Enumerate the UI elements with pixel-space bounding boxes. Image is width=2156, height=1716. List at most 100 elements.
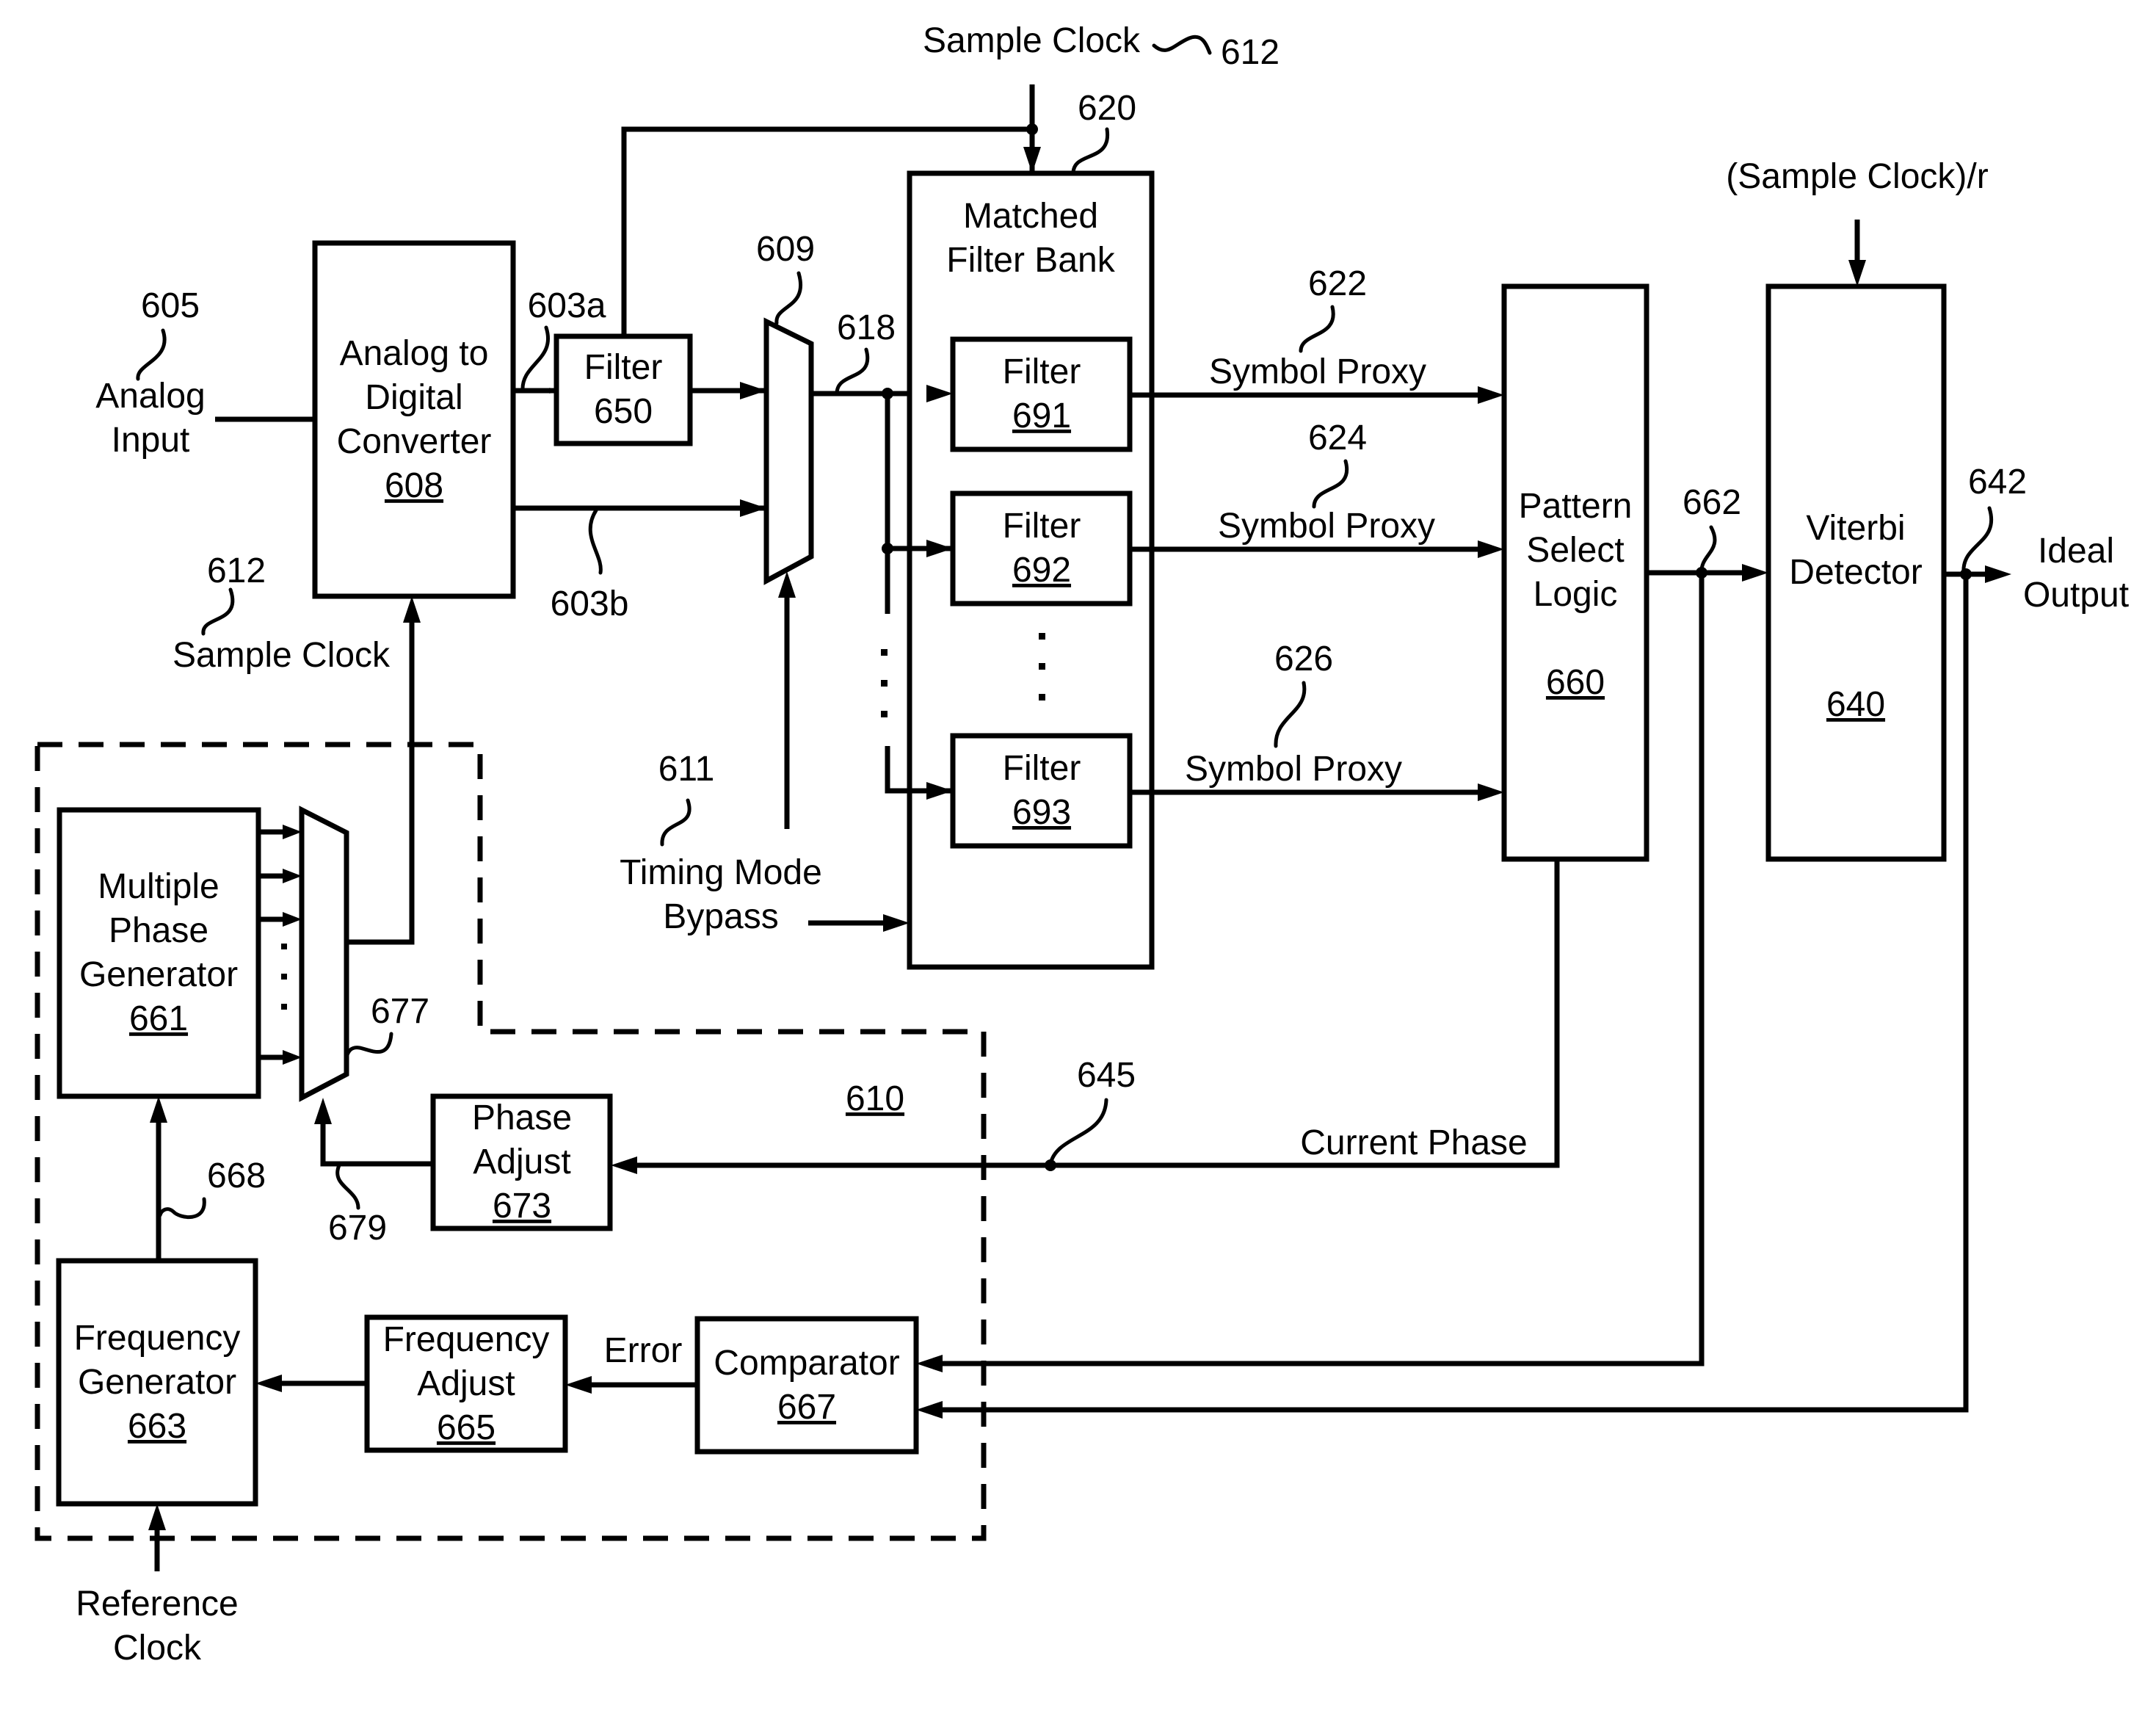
comparator-ref: 667 bbox=[777, 1388, 836, 1427]
viterbi-ref: 640 bbox=[1826, 685, 1885, 724]
arrowhead bbox=[148, 1504, 166, 1530]
mpg-ref: 661 bbox=[129, 999, 188, 1038]
comparator: Comparator 667 bbox=[694, 1316, 919, 1455]
arrowhead bbox=[314, 1098, 332, 1124]
viterbi-label-1: Viterbi bbox=[1806, 509, 1905, 548]
leader-618 bbox=[835, 347, 870, 396]
label-679: 679 bbox=[328, 1209, 387, 1248]
freq-gen-ref: 663 bbox=[128, 1407, 186, 1446]
mux-677-leader bbox=[344, 1032, 393, 1060]
junction-dot bbox=[882, 388, 893, 399]
arrowhead bbox=[283, 912, 302, 927]
leader-679 bbox=[335, 1163, 360, 1210]
analog-input-leader bbox=[136, 328, 167, 381]
filter-650-label-2: 650 bbox=[594, 392, 653, 431]
mux-609-ref: 609 bbox=[756, 230, 815, 269]
adc-box bbox=[312, 240, 516, 599]
current-phase-leader bbox=[1048, 1098, 1108, 1166]
mpg-label-2: Phase bbox=[109, 911, 208, 950]
ellipsis-dot bbox=[881, 711, 888, 717]
filter-692-label: Filter bbox=[1003, 507, 1081, 546]
arrowhead bbox=[255, 1375, 282, 1392]
symbol-proxy-1-ref: 622 bbox=[1308, 264, 1367, 303]
reference-clock-label-2: Clock bbox=[113, 1629, 202, 1668]
matched-filter-bank-leader bbox=[1071, 127, 1110, 175]
mux-609-leader bbox=[774, 271, 802, 325]
label-603a: 603a bbox=[528, 286, 606, 325]
symbol-proxy-3-leader bbox=[1274, 681, 1307, 748]
comparator-label: Comparator bbox=[714, 1344, 899, 1383]
arrowhead bbox=[1848, 260, 1866, 286]
symbol-proxy-2-label: Symbol Proxy bbox=[1218, 507, 1435, 546]
freq-adjust-ref: 665 bbox=[437, 1408, 496, 1447]
arrowhead bbox=[916, 1355, 943, 1372]
arrowhead bbox=[283, 869, 302, 883]
reference-clock-label-1: Reference bbox=[76, 1585, 238, 1623]
symbol-proxy-3-ref: 626 bbox=[1274, 640, 1333, 678]
current-phase-ref: 645 bbox=[1077, 1056, 1136, 1095]
mux-677-ref: 677 bbox=[371, 992, 429, 1031]
viterbi-detector: Viterbi Detector 640 bbox=[1765, 283, 1947, 862]
matched-filter-bank-ref: 620 bbox=[1078, 89, 1136, 128]
arrowhead bbox=[1478, 783, 1504, 801]
filter-691: Filter 691 bbox=[950, 336, 1133, 452]
filter-691-label: Filter bbox=[1003, 352, 1081, 391]
arrowhead bbox=[283, 1050, 302, 1065]
ellipsis-dot bbox=[281, 944, 287, 949]
ellipsis-dot bbox=[1039, 694, 1045, 700]
filter-693-label: Filter bbox=[1003, 749, 1081, 788]
arrowhead bbox=[1478, 540, 1504, 558]
ideal-output-label-1: Ideal bbox=[2038, 532, 2114, 571]
phase-adjust-ref: 673 bbox=[493, 1187, 551, 1226]
mux-609-shape bbox=[763, 317, 814, 585]
arrowhead bbox=[916, 1401, 943, 1419]
phase-adjust-label-2: Adjust bbox=[473, 1143, 570, 1181]
ellipsis-dot bbox=[881, 649, 888, 656]
pattern-select-label-1: Pattern bbox=[1519, 487, 1633, 526]
label-642: 642 bbox=[1968, 463, 2027, 502]
matched-filter-bank-label-2: Filter Bank bbox=[946, 241, 1115, 280]
matched-filter-bank-label-1: Matched bbox=[963, 197, 1098, 236]
adc-ref: 608 bbox=[385, 466, 443, 505]
freq-gen-label-2: Generator bbox=[78, 1363, 236, 1402]
arrowhead bbox=[1742, 564, 1768, 582]
arrowhead bbox=[150, 1096, 167, 1123]
arrowhead bbox=[740, 382, 766, 399]
sample-clock-left-label: Sample Clock bbox=[173, 636, 391, 675]
label-618: 618 bbox=[837, 308, 896, 347]
leader-603a bbox=[520, 325, 550, 393]
arrowhead bbox=[883, 914, 910, 932]
pattern-select-label-3: Logic bbox=[1533, 575, 1618, 614]
symbol-proxy-2-ref: 624 bbox=[1308, 419, 1367, 457]
arrowhead bbox=[740, 499, 766, 517]
ideal-output-label-2: Output bbox=[2023, 576, 2129, 615]
block-diagram: 610 605 Analog Input Analog to Digital C… bbox=[35, 21, 2129, 1668]
arrowhead bbox=[1023, 147, 1041, 173]
viterbi-label-2: Detector bbox=[1789, 553, 1922, 592]
filter-692-ref: 692 bbox=[1012, 551, 1071, 590]
sample-clock-top-label: Sample Clock bbox=[923, 21, 1141, 60]
filter-691-ref: 691 bbox=[1012, 397, 1071, 435]
adc-block: Analog to Digital Converter 608 bbox=[312, 240, 516, 599]
adc-label-1: Analog to bbox=[340, 334, 489, 373]
filter-650-block: Filter 650 bbox=[553, 333, 693, 446]
symbol-proxy-1-label: Symbol Proxy bbox=[1209, 352, 1426, 391]
analog-input-label-1: Analog bbox=[95, 377, 205, 416]
sample-clock-div-label: (Sample Clock)/r bbox=[1726, 157, 1988, 196]
wire-679 bbox=[320, 1122, 433, 1167]
pattern-select-logic: Pattern Select Logic 660 bbox=[1501, 283, 1649, 862]
pattern-select-ref: 660 bbox=[1546, 663, 1605, 702]
comparator-box bbox=[694, 1316, 919, 1455]
current-phase-label: Current Phase bbox=[1300, 1123, 1528, 1162]
adc-label-2: Digital bbox=[365, 378, 462, 417]
frequency-adjust: Frequency Adjust 665 bbox=[364, 1314, 568, 1453]
label-668: 668 bbox=[207, 1156, 266, 1195]
mpg-label-3: Generator bbox=[79, 955, 238, 994]
mux-609: 609 bbox=[756, 230, 815, 585]
leader-668 bbox=[158, 1197, 206, 1220]
freq-adjust-label-1: Frequency bbox=[383, 1320, 550, 1359]
adc-label-3: Converter bbox=[337, 422, 492, 461]
filter-692: Filter 692 bbox=[950, 490, 1133, 607]
pattern-select-box bbox=[1501, 283, 1649, 862]
timing-mode-leader bbox=[660, 798, 692, 847]
